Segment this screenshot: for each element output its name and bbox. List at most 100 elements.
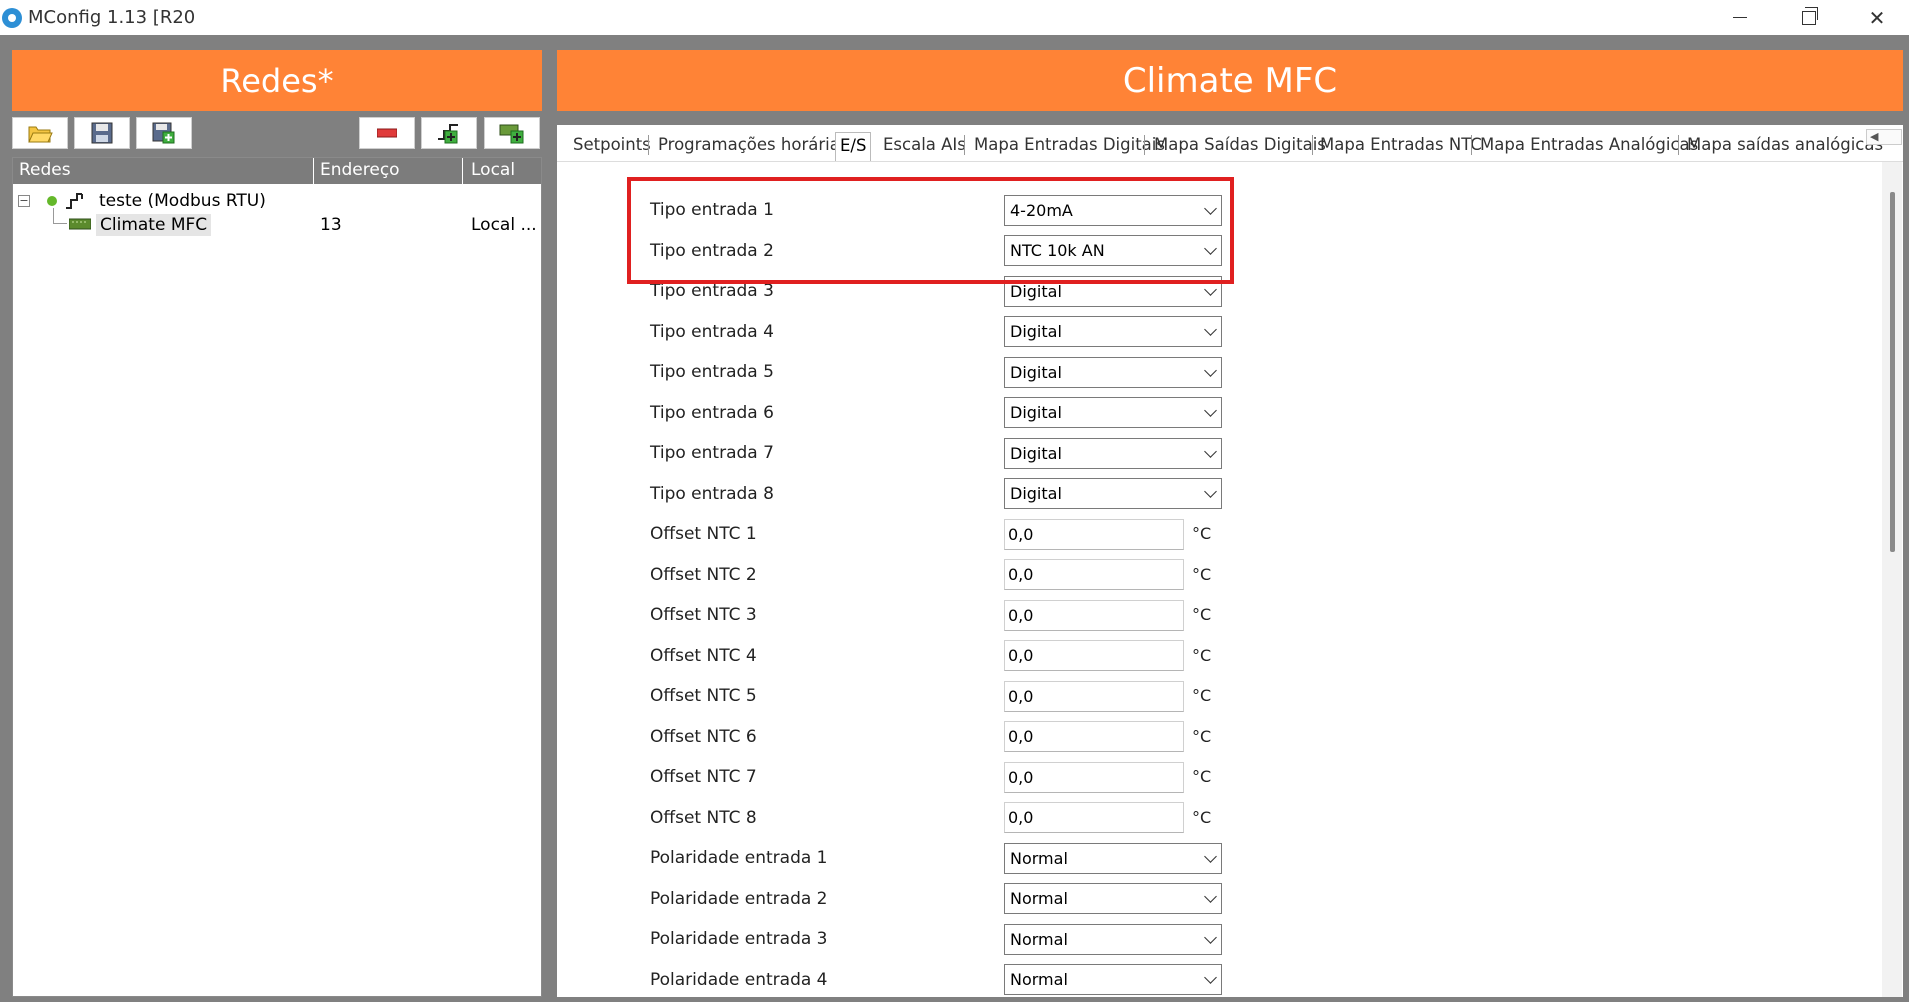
input-offset-ntc-3[interactable]: 0,0 — [1004, 600, 1184, 631]
column-local[interactable]: Local — [471, 160, 515, 180]
close-button[interactable]: ✕ — [1843, 0, 1909, 35]
select-tipo-entrada-6[interactable]: Digital — [1004, 397, 1222, 428]
select-value: Normal — [1010, 930, 1068, 949]
unit-celsius: °C — [1192, 646, 1212, 665]
tab-e-s[interactable]: E/S — [835, 132, 872, 161]
input-offset-ntc-5[interactable]: 0,0 — [1004, 681, 1184, 712]
input-offset-ntc-8[interactable]: 0,0 — [1004, 802, 1184, 833]
remove-button[interactable] — [359, 117, 415, 149]
label-polaridade-entrada-3: Polaridade entrada 3 — [650, 929, 828, 949]
input-offset-ntc-2[interactable]: 0,0 — [1004, 559, 1184, 590]
select-tipo-entrada-8[interactable]: Digital — [1004, 478, 1222, 509]
label-tipo-entrada-7: Tipo entrada 7 — [650, 443, 774, 463]
device-address: 13 — [320, 215, 342, 235]
label-offset-ntc-2: Offset NTC 2 — [650, 565, 757, 585]
chevron-down-icon — [1204, 850, 1217, 863]
annotation-highlight-box — [627, 177, 1234, 284]
tree-column-headers: Redes Endereço Local — [13, 158, 541, 184]
select-value: Normal — [1010, 889, 1068, 908]
network-icon — [66, 193, 83, 209]
status-online-icon — [47, 196, 57, 206]
unit-celsius: °C — [1192, 686, 1212, 705]
tab-mapa-entradas-digitais[interactable]: Mapa Entradas Digitais — [974, 135, 1165, 154]
save-as-button[interactable] — [136, 117, 192, 149]
add-device-button[interactable] — [484, 117, 540, 149]
unit-celsius: °C — [1192, 727, 1212, 746]
input-offset-ntc-6[interactable]: 0,0 — [1004, 721, 1184, 752]
tab-escala-ais[interactable]: Escala AIs — [883, 135, 966, 154]
column-redes[interactable]: Redes — [19, 160, 71, 180]
label-offset-ntc-1: Offset NTC 1 — [650, 524, 757, 544]
workspace: Redes* Redes Endereço Local − teste (Mod… — [0, 35, 1909, 1002]
unit-celsius: °C — [1192, 605, 1212, 624]
select-value: Digital — [1010, 322, 1062, 341]
select-polaridade-entrada-2[interactable]: Normal — [1004, 883, 1222, 914]
select-value: Digital — [1010, 282, 1062, 301]
restore-icon — [1802, 6, 1818, 25]
label-tipo-entrada-6: Tipo entrada 6 — [650, 403, 774, 423]
tab-mapa-entradas-ntc[interactable]: Mapa Entradas NTC — [1320, 135, 1482, 154]
chevron-down-icon — [1204, 283, 1217, 296]
add-device-icon — [499, 124, 524, 144]
unit-celsius: °C — [1192, 565, 1212, 584]
minimize-button[interactable] — [1706, 0, 1774, 35]
label-offset-ntc-5: Offset NTC 5 — [650, 686, 757, 706]
add-network-icon — [438, 124, 458, 144]
tree-device-item[interactable]: Climate MFC — [96, 214, 212, 236]
window-title: MConfig 1.13 [R20 — [28, 7, 196, 28]
tab-setpoints[interactable]: Setpoints — [573, 135, 651, 154]
select-polaridade-entrada-1[interactable]: Normal — [1004, 843, 1222, 874]
tab-programacoes-horarias[interactable]: Programações horárias — [658, 135, 848, 154]
select-value: Digital — [1010, 363, 1062, 382]
save-icon — [91, 122, 113, 144]
tab-mapa-entradas-analogicas[interactable]: Mapa Entradas Analógicas — [1480, 135, 1698, 154]
label-tipo-entrada-5: Tipo entrada 5 — [650, 362, 774, 382]
label-offset-ntc-7: Offset NTC 7 — [650, 767, 757, 787]
select-value: Digital — [1010, 403, 1062, 422]
label-tipo-entrada-3: Tipo entrada 3 — [650, 281, 774, 301]
chevron-down-icon — [1204, 445, 1217, 458]
chevron-down-icon — [1204, 485, 1217, 498]
chevron-down-icon — [1204, 890, 1217, 903]
label-offset-ntc-3: Offset NTC 3 — [650, 605, 757, 625]
select-tipo-entrada-4[interactable]: Digital — [1004, 316, 1222, 347]
vertical-scrollbar[interactable] — [1882, 162, 1902, 997]
input-offset-ntc-1[interactable]: 0,0 — [1004, 519, 1184, 550]
tree-network-item[interactable]: teste (Modbus RTU) — [99, 191, 266, 211]
input-offset-ntc-7[interactable]: 0,0 — [1004, 762, 1184, 793]
tab-bar: Setpoints Programações horárias E/S Esca… — [557, 125, 1903, 161]
save-button[interactable] — [74, 117, 130, 149]
networks-header: Redes* — [12, 50, 542, 111]
label-polaridade-entrada-4: Polaridade entrada 4 — [650, 970, 828, 990]
scrollbar-thumb[interactable] — [1890, 192, 1895, 552]
select-polaridade-entrada-3[interactable]: Normal — [1004, 924, 1222, 955]
unit-celsius: °C — [1192, 808, 1212, 827]
select-value: Digital — [1010, 484, 1062, 503]
unit-celsius: °C — [1192, 767, 1212, 786]
device-local: Local ... — [471, 215, 537, 235]
select-polaridade-entrada-4[interactable]: Normal — [1004, 964, 1222, 995]
select-tipo-entrada-7[interactable]: Digital — [1004, 438, 1222, 469]
add-network-button[interactable] — [421, 117, 477, 149]
scroll-left-icon: ◀ — [1870, 130, 1879, 143]
restore-button[interactable] — [1775, 0, 1843, 35]
chevron-down-icon — [1204, 971, 1217, 984]
chevron-down-icon — [1204, 931, 1217, 944]
device-header: Climate MFC — [557, 50, 1903, 111]
title-bar: MConfig 1.13 [R20 ✕ — [0, 0, 1909, 35]
select-tipo-entrada-5[interactable]: Digital — [1004, 357, 1222, 388]
collapse-toggle[interactable]: − — [18, 195, 30, 207]
open-button[interactable] — [12, 117, 68, 149]
tab-mapa-saidas-analogicas[interactable]: Mapa saídas analógicas — [1687, 135, 1883, 154]
tab-mapa-saidas-digitais[interactable]: Mapa Saídas Digitais — [1154, 135, 1326, 154]
tabs-scroll-left-button[interactable]: ◀ — [1866, 129, 1902, 145]
label-tipo-entrada-8: Tipo entrada 8 — [650, 484, 774, 504]
open-folder-icon — [28, 126, 53, 143]
label-offset-ntc-6: Offset NTC 6 — [650, 727, 757, 747]
column-endereco[interactable]: Endereço — [320, 160, 400, 180]
label-offset-ntc-8: Offset NTC 8 — [650, 808, 757, 828]
remove-icon — [377, 128, 397, 138]
input-offset-ntc-4[interactable]: 0,0 — [1004, 640, 1184, 671]
select-value: Digital — [1010, 444, 1062, 463]
network-tree[interactable]: Redes Endereço Local − teste (Modbus RTU… — [12, 157, 542, 997]
